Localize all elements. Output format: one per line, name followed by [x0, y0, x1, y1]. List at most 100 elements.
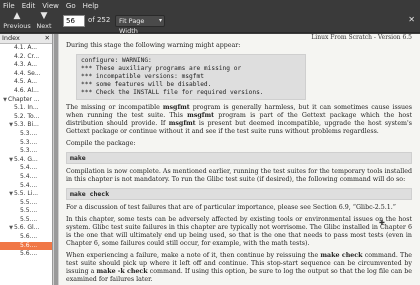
code-line: *** These auxiliary programs are missing… [81, 65, 242, 72]
sidebar-tree-item[interactable]: 5.4.... [0, 182, 52, 191]
warning-code-block: configure: WARNING: *** These auxiliary … [76, 54, 306, 100]
sidebar-header: Index ✕ [0, 34, 52, 44]
sidebar-item-label: 4.5. A... [14, 78, 38, 86]
sidebar-item-label: 5.3. Bi... [14, 121, 39, 129]
paragraph: During this stage the following warning … [66, 42, 241, 49]
sidebar-tree-item[interactable]: 4.4. Se... [0, 70, 52, 79]
scrollbar-thumb[interactable] [54, 34, 58, 285]
sidebar-tree-item[interactable]: 5.3.... [0, 147, 52, 156]
menu-bar: File Edit View Go Help [0, 0, 420, 11]
sidebar-item-label: 5.4.... [20, 181, 38, 189]
sidebar-item-label: 5.2. To... [14, 112, 40, 120]
arrow-down-icon: ▼ [40, 11, 48, 21]
mouse-cursor-icon: ✚ [379, 219, 385, 227]
sidebar-item-label: 4.4. Se... [14, 69, 41, 77]
sidebar-tree-item[interactable]: 5.1. In... [0, 104, 52, 113]
sidebar-tree-item[interactable]: 4.2. Cr... [0, 53, 52, 62]
page-total: of 252 [88, 16, 111, 24]
bold-run: msgfmt [162, 104, 190, 111]
sidebar-tree-item[interactable]: 4.6. Al... [0, 87, 52, 96]
paragraph: When experiencing a failure, make a note… [66, 252, 412, 284]
sidebar-tree-item[interactable]: ▼5.6. Gl... [0, 224, 52, 233]
sidebar-item-label: 5.5.... [20, 198, 38, 206]
zoom-select[interactable]: Fit Page Width ▾ [115, 15, 165, 35]
toolbar: ▲ Previous ▼ Next 56 of 252 Fit Page Wid… [0, 11, 420, 35]
menu-view[interactable]: View [42, 2, 59, 10]
bold-run: msgfmt [168, 120, 196, 127]
menu-edit[interactable]: Edit [22, 2, 36, 10]
sidebar-tree-item[interactable]: 5.6.... [0, 241, 52, 251]
paragraph: Compile the package: [66, 140, 136, 147]
sidebar-item-label: 4.3. A... [14, 61, 38, 69]
bold-run: make -k check [96, 268, 148, 275]
text-run: When experiencing a failure, make a note… [66, 252, 321, 259]
sidebar-index: Index ✕ 4.1. A... 4.2. Cr... 4.3. A... 4.4.… [0, 34, 53, 285]
sidebar-tree-item[interactable]: ▼Chapter ... [0, 96, 52, 105]
sidebar-item-label: 5.3.... [20, 129, 38, 137]
menu-go[interactable]: Go [66, 2, 76, 10]
sidebar-tree-item[interactable]: 5.3.... [0, 130, 52, 139]
sidebar-item-label: 5.6.... [20, 233, 38, 241]
sidebar-item-label: 5.6. Gl... [14, 224, 40, 232]
sidebar-tree-item[interactable]: 4.5. A... [0, 78, 52, 87]
document-view[interactable]: Linux From Scratch - Version 6.5 During … [59, 34, 420, 285]
document-page: Linux From Scratch - Version 6.5 During … [66, 34, 412, 285]
paragraph: For a discussion of test failures that a… [66, 204, 397, 211]
next-button[interactable]: ▼ Next [29, 11, 59, 33]
sidebar-tree-item[interactable]: 5.2. To... [0, 113, 52, 122]
page-number-input[interactable]: 56 [63, 15, 85, 27]
sidebar-tree-item[interactable]: 5.6.... [0, 233, 52, 242]
running-header: Linux From Scratch - Version 6.5 [311, 34, 412, 41]
menu-file[interactable]: File [3, 2, 15, 10]
next-label: Next [36, 22, 52, 30]
menu-help[interactable]: Help [83, 2, 99, 10]
index-tree: 4.1. A... 4.2. Cr... 4.3. A... 4.4. Se... 4.… [0, 44, 52, 259]
sidebar-tree-item[interactable]: 5.5.... [0, 207, 52, 216]
text-run: The missing or incompatible [66, 104, 163, 111]
sidebar-tree-item[interactable]: 4.3. A... [0, 61, 52, 70]
sidebar-item-label: 4.1. A... [14, 44, 38, 51]
code-line: configure: WARNING: [81, 57, 152, 64]
sidebar-item-label: 5.6.... [20, 241, 38, 249]
sidebar-item-label: 4.2. Cr... [14, 52, 40, 60]
command-block-make: make [66, 152, 412, 164]
sidebar-tree-item[interactable]: 5.5.... [0, 216, 52, 225]
sidebar-item-label: 5.5.... [20, 207, 38, 215]
sidebar-item-label: 5.4.... [20, 172, 38, 180]
code-line: *** Check the INSTALL file for required … [81, 89, 264, 96]
close-sidebar-icon[interactable]: ✕ [45, 34, 50, 43]
sidebar-item-label: 5.4.... [20, 164, 38, 172]
close-icon[interactable]: ✕ [408, 15, 415, 24]
sidebar-item-label: 5.5. Li... [14, 190, 39, 198]
paragraph: In this chapter, some tests can be adver… [66, 216, 412, 247]
sidebar-tree-item[interactable]: ▼5.5. Li... [0, 190, 52, 199]
paragraph: Compilation is now complete. As mentione… [66, 168, 412, 183]
sidebar-item-label: Chapter ... [8, 95, 40, 103]
sidebar-item-label: 5.1. In... [14, 104, 39, 112]
code-line: *** some features will be disabled. [81, 81, 212, 88]
sidebar-tree-item[interactable]: ▼5.3. Bi... [0, 121, 52, 130]
sidebar-item-label: 4.6. Al... [14, 86, 39, 94]
sidebar-tree-item[interactable]: 5.5.... [0, 199, 52, 208]
code-line: *** incompatible versions: msgfmt [81, 73, 204, 80]
sidebar-tree-item[interactable]: 5.4.... [0, 164, 52, 173]
sidebar-item-label: 5.4. G... [14, 155, 38, 163]
sidebar-tree-item[interactable]: 5.3.... [0, 139, 52, 148]
sidebar-item-label: 5.5.... [20, 215, 38, 223]
sidebar-item-label: 5.3.... [20, 147, 38, 155]
bold-run: make check [320, 252, 363, 259]
sidebar-tree-item[interactable]: 5.4.... [0, 173, 52, 182]
sidebar-tree-item[interactable]: 4.1. A... [0, 44, 52, 53]
arrow-up-icon: ▲ [13, 11, 21, 21]
paragraph: The missing or incompatible msgfmt progr… [66, 104, 412, 136]
chevron-down-icon: ▾ [158, 17, 162, 24]
previous-button[interactable]: ▲ Previous [2, 11, 32, 33]
sidebar-title: Index [2, 34, 20, 42]
sidebar-item-label: 5.6.... [20, 250, 38, 258]
command-block-make-check: make check [66, 188, 412, 200]
sidebar-item-label: 5.3.... [20, 138, 38, 146]
previous-label: Previous [3, 22, 31, 30]
sidebar-tree-item[interactable]: 5.6.... [0, 250, 52, 259]
zoom-value: Fit Page Width [119, 17, 145, 35]
sidebar-tree-item[interactable]: ▼5.4. G... [0, 156, 52, 165]
